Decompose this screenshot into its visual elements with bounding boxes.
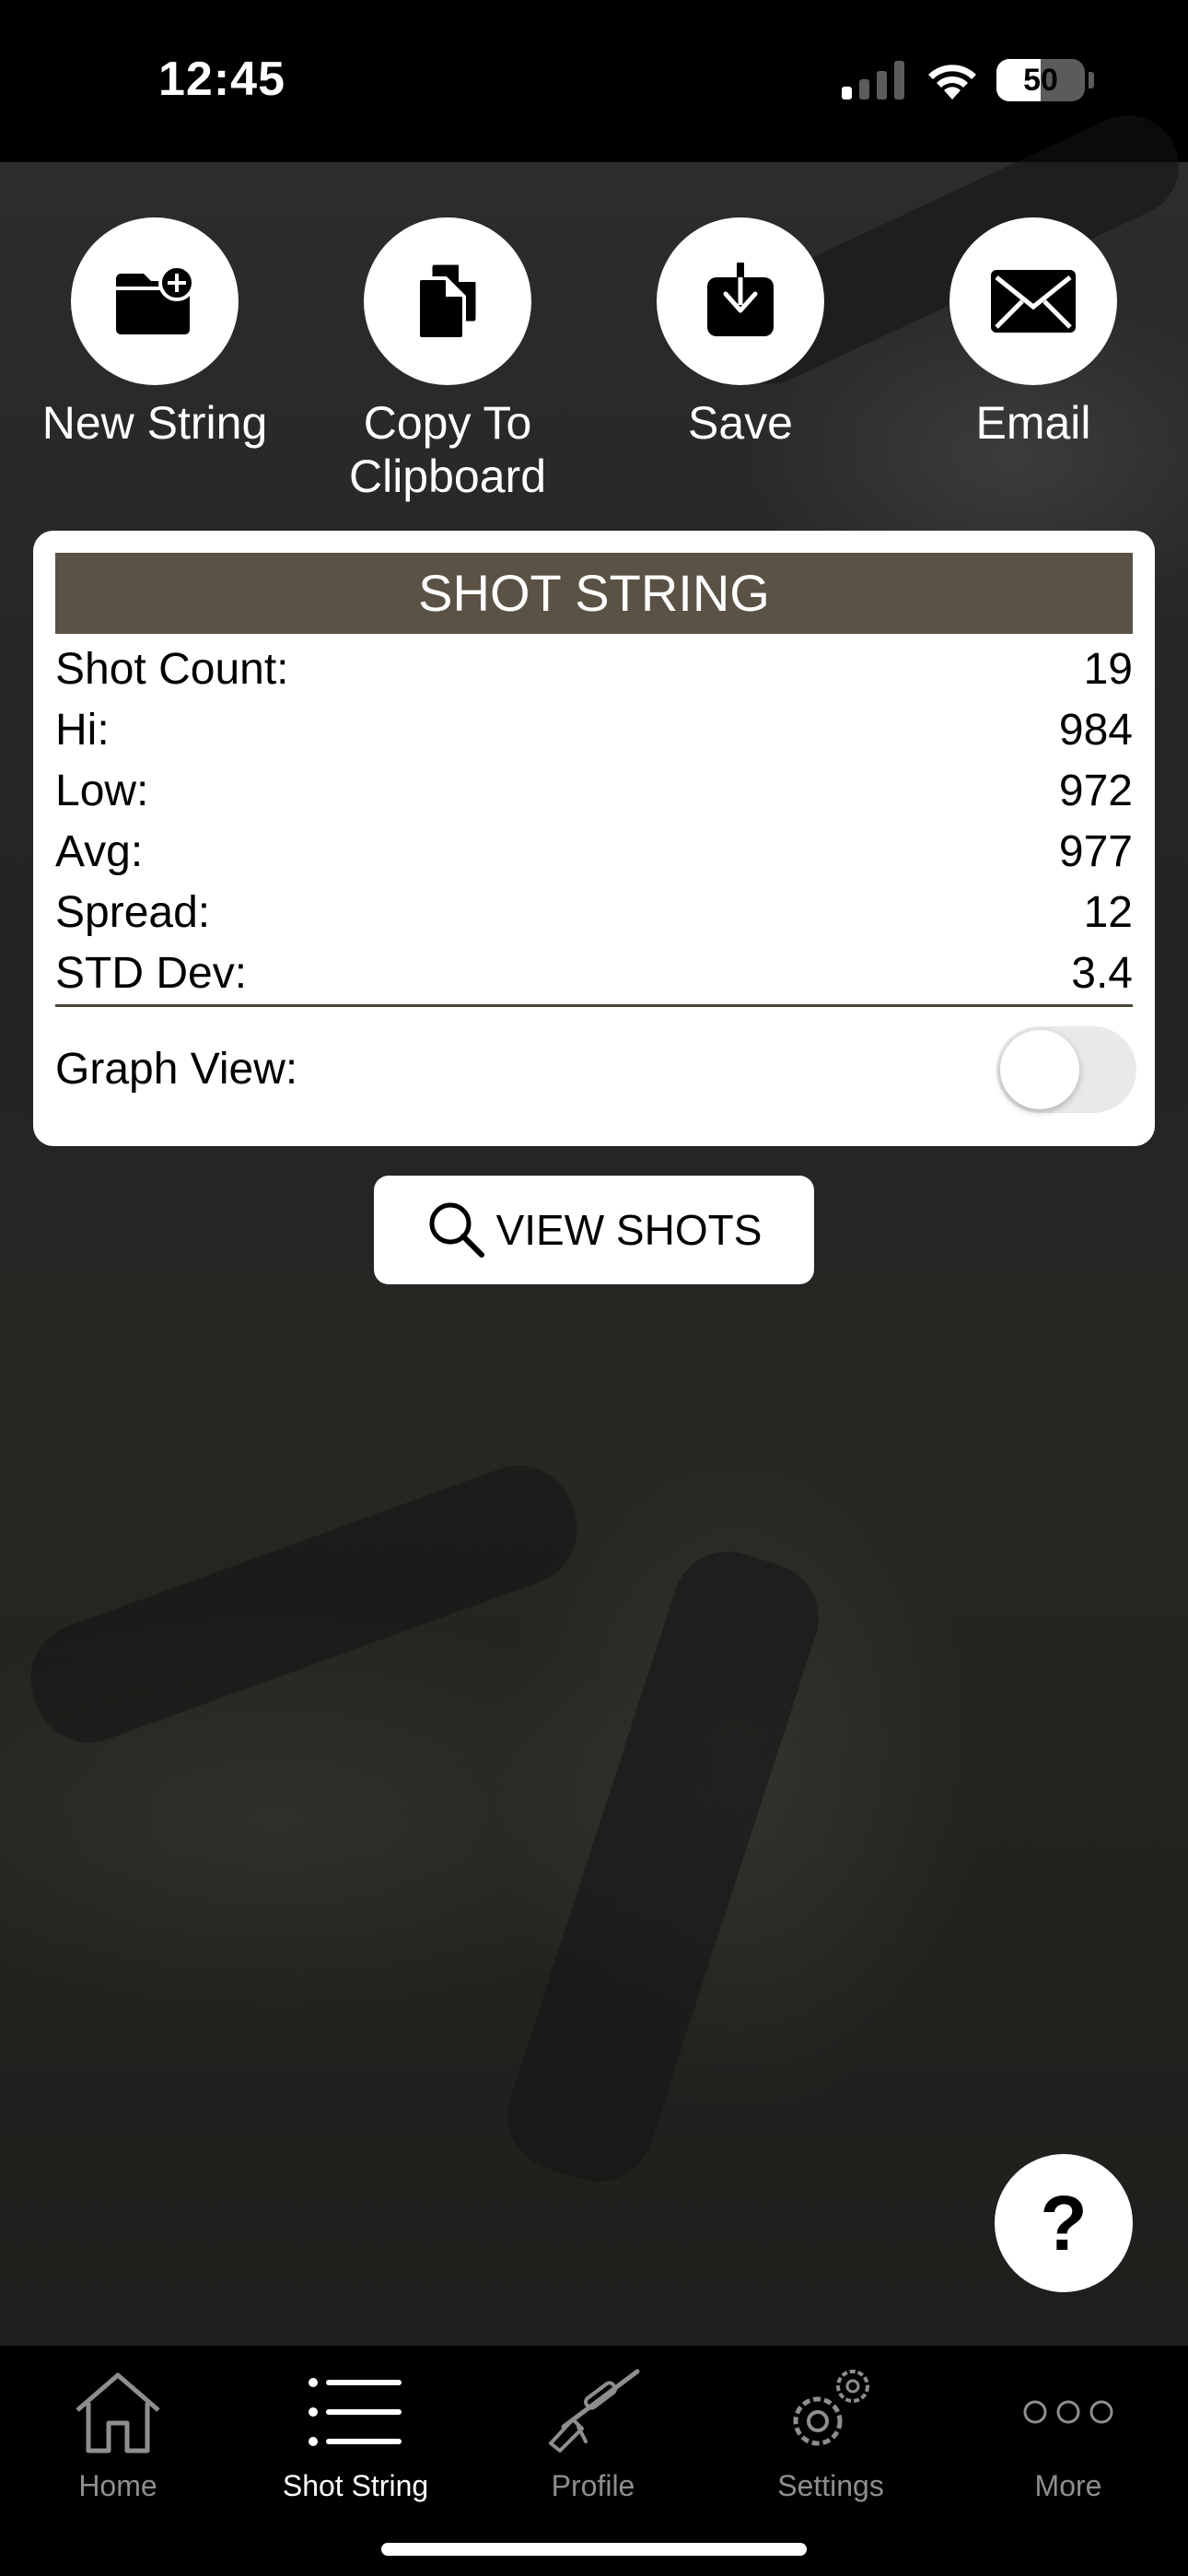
rifle-icon <box>549 2369 640 2453</box>
view-shots-label: VIEW SHOTS <box>495 1206 763 1254</box>
copy-circle[interactable] <box>364 217 531 385</box>
card-divider <box>55 1004 1133 1007</box>
tab-more-label: More <box>1034 2469 1102 2502</box>
stat-row-hi: Hi: 984 <box>55 700 1133 761</box>
new-string-circle[interactable] <box>71 217 239 385</box>
tab-shot-string[interactable]: Shot String <box>245 2359 466 2503</box>
stat-label: Hi: <box>55 706 110 755</box>
copy-label-line-1: Copy To <box>363 397 532 449</box>
tab-bar: Home Shot String Profile Settings More <box>0 2346 1188 2576</box>
graph-view-label: Graph View: <box>55 1045 298 1094</box>
new-string-label: New String <box>41 397 268 449</box>
home-icon <box>76 2372 160 2453</box>
download-icon <box>707 263 774 336</box>
status-time: 12:45 <box>158 53 285 106</box>
envelope-icon <box>991 270 1076 333</box>
stat-value: 977 <box>1058 827 1133 876</box>
save-label: Save <box>688 397 793 449</box>
toggle-knob <box>1000 1030 1079 1109</box>
copy-icon <box>416 262 479 341</box>
tab-profile[interactable]: Profile <box>483 2359 704 2503</box>
tab-home-label: Home <box>78 2469 157 2502</box>
home-indicator <box>381 2543 807 2556</box>
battery-tip <box>1089 72 1094 88</box>
battery-percentage: 50 <box>1023 63 1058 98</box>
stat-row-spread: Spread: 12 <box>55 883 1133 943</box>
folder-plus-icon <box>116 264 195 334</box>
stat-value: 3.4 <box>1071 949 1133 998</box>
save-button[interactable]: Save <box>621 217 860 450</box>
new-string-button[interactable]: New String <box>35 217 274 450</box>
copy-label-line-2: Clipboard <box>348 451 546 502</box>
status-bar: 12:45 50 <box>0 0 1188 162</box>
search-icon <box>429 1202 484 1258</box>
email-button[interactable]: Email <box>914 217 1153 450</box>
tab-settings[interactable]: Settings <box>720 2359 941 2503</box>
more-icon <box>1023 2400 1113 2424</box>
graph-view-toggle[interactable] <box>996 1026 1136 1113</box>
shot-string-card: SHOT STRING Shot Count: 19 Hi: 984 Low: … <box>33 531 1155 1146</box>
stat-value: 12 <box>1083 888 1133 937</box>
email-label: Email <box>975 397 1091 449</box>
stat-row-low: Low: 972 <box>55 761 1133 822</box>
stat-value: 972 <box>1058 767 1133 815</box>
stat-label: Low: <box>55 767 149 815</box>
stat-value: 984 <box>1058 706 1133 755</box>
stat-label: Shot Count: <box>55 645 289 694</box>
view-shots-button[interactable]: VIEW SHOTS <box>374 1176 814 1284</box>
copy-to-clipboard-button[interactable]: Copy To Clipboard <box>328 217 567 503</box>
stat-row-std-dev: STD Dev: 3.4 <box>55 943 1133 1004</box>
help-button[interactable]: ? <box>995 2154 1133 2292</box>
gear-icon <box>793 2370 869 2446</box>
email-circle[interactable] <box>949 217 1117 385</box>
card-title: SHOT STRING <box>55 553 1133 634</box>
stat-row-shot-count: Shot Count: 19 <box>55 639 1133 700</box>
tab-shot-string-label: Shot String <box>282 2469 429 2502</box>
battery-icon: 50 <box>996 59 1085 101</box>
save-circle[interactable] <box>657 217 824 385</box>
tab-profile-label: Profile <box>551 2469 635 2502</box>
copy-to-clipboard-label: Copy To Clipboard <box>328 396 567 503</box>
stat-label: Avg: <box>55 827 144 876</box>
stat-label: Spread: <box>55 888 211 937</box>
tab-settings-label: Settings <box>777 2469 884 2502</box>
stat-row-avg: Avg: 977 <box>55 822 1133 883</box>
tab-home[interactable]: Home <box>7 2359 228 2503</box>
stat-label: STD Dev: <box>55 949 248 998</box>
wifi-icon <box>928 64 976 100</box>
cellular-signal-icon <box>842 61 904 100</box>
stat-value: 19 <box>1083 645 1133 694</box>
list-icon <box>309 2378 402 2446</box>
tab-more[interactable]: More <box>958 2359 1179 2503</box>
